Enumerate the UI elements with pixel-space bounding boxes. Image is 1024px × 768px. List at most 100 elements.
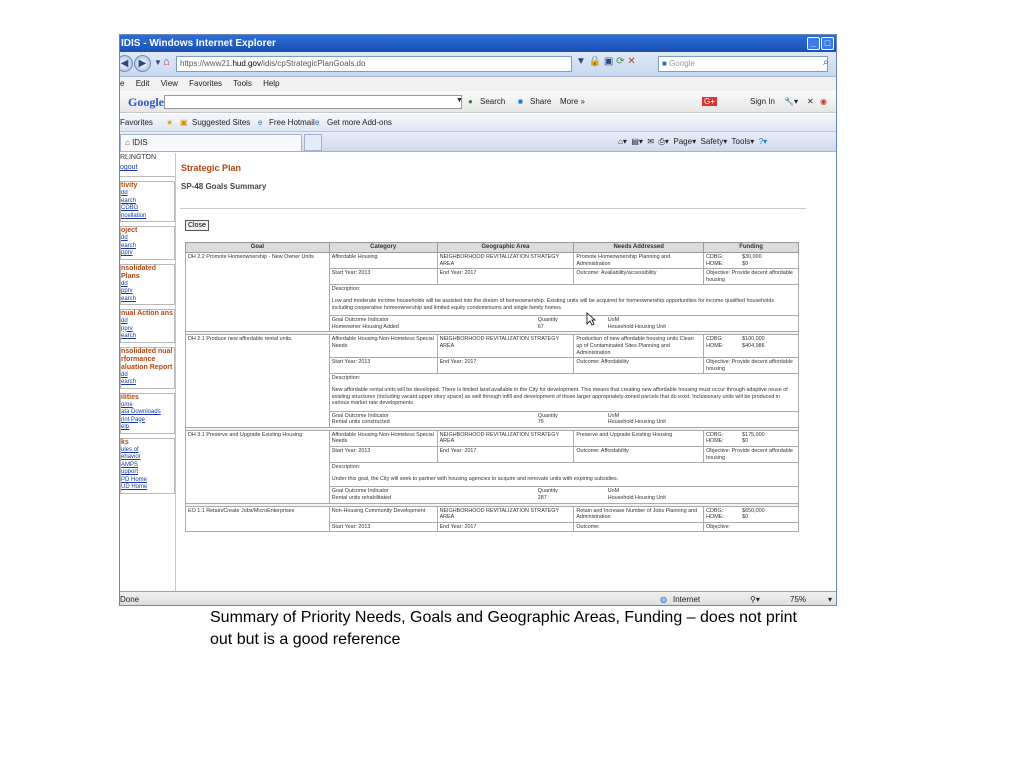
category-cell: Affordable Housing Non-Homeless Special …	[328, 334, 438, 359]
sidebar: RLINGTON ogout tivity dd earch CDBG ncellati…	[120, 153, 176, 591]
header-geographic-area: Geographic Area	[436, 242, 575, 253]
tab-idis[interactable]: ⌂ IDIS	[120, 134, 302, 151]
suggested-sites-link[interactable]: Suggested Sites	[192, 114, 250, 132]
google-search-input[interactable]	[164, 95, 462, 109]
menu-item-edit[interactable]: Edit	[136, 79, 150, 88]
google-toolbar: Google ▼ ● Search ■ Share More » G+ Sign…	[120, 91, 836, 113]
sidebar-section: nsolidated nual rformance aluation Repor…	[120, 346, 175, 389]
sidebar-link[interactable]: ata Downloads	[121, 409, 174, 417]
free-hotmail-link[interactable]: Free Hotmail	[269, 114, 315, 132]
sidebar-link[interactable]: earch	[121, 333, 174, 341]
sidebar-link[interactable]: pprv	[121, 326, 174, 334]
sidebar-link[interactable]: dd	[121, 235, 174, 243]
sidebar-link[interactable]: earch	[121, 296, 174, 304]
menu-item-tools[interactable]: Tools	[233, 79, 252, 88]
tools-menu[interactable]: Tools	[732, 137, 751, 146]
lock-icon[interactable]: 🔒	[589, 56, 601, 67]
menu-item-favorites[interactable]: Favorites	[189, 79, 222, 88]
search-input[interactable]: ■ Google	[658, 56, 828, 72]
toolbar-logo-icon[interactable]: ◉	[820, 97, 827, 106]
sidebar-link[interactable]: ome	[121, 402, 174, 410]
window-title: IDIS - Windows Internet Explorer	[121, 38, 276, 49]
sidebar-link[interactable]: dd	[121, 372, 174, 380]
maximize-button[interactable]: □	[821, 37, 834, 50]
close-icon[interactable]: ✕	[807, 97, 814, 106]
uom-value: Household Housing Unit	[607, 323, 666, 330]
logout-link[interactable]: ogout	[120, 163, 175, 177]
url-input[interactable]: https://www21.hud.gov/idis/cpStrategicPl…	[176, 56, 572, 72]
page-content: RLINGTON ogout tivity dd earch CDBG ncellati…	[120, 153, 836, 591]
sidebar-link[interactable]: dd	[121, 318, 174, 326]
wrench-icon[interactable]: 🔧▾	[784, 97, 798, 106]
search-icon[interactable]: ⌕	[823, 57, 829, 68]
header-goal: Goal	[185, 242, 330, 253]
mail-icon[interactable]: ✉	[647, 137, 654, 146]
sidebar-link[interactable]: elp	[121, 424, 174, 432]
more-button[interactable]: More »	[560, 97, 585, 106]
page-menu[interactable]: Page	[673, 137, 692, 146]
home-icon[interactable]: ⌂▾	[618, 137, 627, 146]
main-panel: Strategic Plan SP-48 Goals Summary Close…	[180, 153, 836, 591]
sidebar-link[interactable]: upport	[121, 469, 174, 477]
print-icon[interactable]: ⎙▾	[659, 137, 669, 146]
protected-mode-icon[interactable]: ⚲▾	[750, 592, 760, 605]
dropdown-icon[interactable]: ▼	[456, 97, 463, 104]
funding-cell: CDBG: $650,000 HOME: $0	[703, 505, 799, 523]
back-button[interactable]: ◀	[120, 55, 133, 72]
sidebar-link[interactable]: earch	[121, 198, 174, 206]
favorites-button[interactable]: Favorites	[120, 114, 153, 132]
refresh-icon[interactable]: ⟳	[616, 56, 624, 67]
zoom-dropdown-icon[interactable]: ▾	[828, 592, 832, 605]
compat-icon[interactable]: ▣	[604, 56, 613, 67]
zoom-level[interactable]: 75%	[790, 592, 806, 605]
sidebar-link[interactable]: dd	[121, 190, 174, 198]
stop-icon[interactable]: ✕	[627, 56, 635, 67]
sidebar-link[interactable]: pprv	[121, 288, 174, 296]
sidebar-link[interactable]: earch	[121, 243, 174, 251]
geographic-area-cell: NEIGHBORHOOD REVITALIZATION STRATEGY ARE…	[436, 505, 575, 523]
gplus-icon[interactable]: G+	[702, 97, 717, 106]
needs-cell: Retain and Increase Number of Jobs Plann…	[573, 505, 705, 523]
search-engine-label: Google	[669, 59, 695, 68]
funding-line: CDBG: $175,000	[706, 432, 796, 439]
sidebar-heading: nsolidated Plans	[121, 264, 157, 280]
sign-in-button[interactable]: Sign In	[750, 97, 775, 106]
safety-menu[interactable]: Safety	[701, 137, 724, 146]
help-icon[interactable]: ?▾	[759, 137, 767, 146]
forward-button[interactable]: ▶	[134, 55, 151, 72]
close-button[interactable]: Close	[185, 220, 209, 231]
dropdown-icon[interactable]: ▼	[576, 56, 586, 67]
menu-item-view[interactable]: View	[161, 79, 178, 88]
menu-item-help[interactable]: Help	[263, 79, 279, 88]
header-needs-addressed: Needs Addressed	[573, 242, 705, 253]
indicator-values: Homeowner Housing Added 67 Household Housi…	[332, 324, 796, 331]
sidebar-section: ks ules of ehavior AMPS upport PD Home UD Home	[120, 437, 175, 494]
needs-cell: Promote Homeownership Planning and Admin…	[573, 251, 705, 270]
menu-item-file[interactable]: e	[120, 79, 124, 88]
sidebar-link[interactable]: PD Home	[121, 477, 174, 485]
sidebar-link[interactable]: pprv	[121, 250, 174, 258]
sidebar-link[interactable]: rint Page	[121, 417, 174, 425]
share-button[interactable]: Share	[530, 97, 551, 106]
get-addons-link[interactable]: Get more Add-ons	[327, 114, 392, 132]
funding-source: HOME:	[706, 438, 724, 445]
sidebar-link[interactable]: AMPS	[121, 462, 174, 470]
slide-caption: Summary of Priority Needs, Goals and Geo…	[210, 609, 797, 648]
funding-source: CDBG:	[706, 254, 724, 260]
sidebar-link[interactable]: earch	[121, 379, 174, 387]
minimize-button[interactable]: _	[807, 37, 820, 50]
dropdown-icon[interactable]: ▼	[154, 58, 162, 67]
sidebar-link[interactable]: dd	[121, 281, 174, 289]
new-tab-button[interactable]	[304, 134, 322, 151]
sidebar-link[interactable]: ehavior	[121, 454, 174, 462]
feeds-icon[interactable]: ▤▾	[631, 137, 643, 146]
sidebar-link[interactable]: CDBG	[121, 205, 174, 213]
sidebar-link[interactable]: ncellation	[121, 213, 174, 221]
search-icon: ●	[468, 97, 473, 106]
browser-window: IDIS - Windows Internet Explorer _ □ ◀ ▶…	[119, 34, 837, 606]
sidebar-link[interactable]: ules of	[121, 447, 174, 455]
indicator-header: Goal Outcome Indicator Quantity UoM	[332, 488, 796, 495]
sidebar-link[interactable]: UD Home	[121, 484, 174, 492]
google-search-button[interactable]: Search	[480, 97, 505, 106]
goal-cell: DH 2.2 Promote Homeownership - New Owner…	[185, 251, 330, 333]
